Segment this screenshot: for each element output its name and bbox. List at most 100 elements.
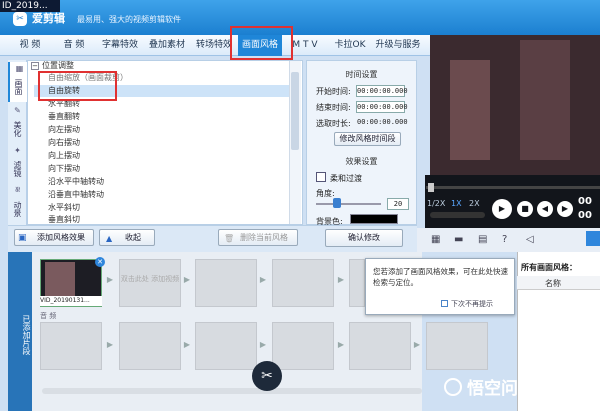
help-icon[interactable]: ? [502, 234, 507, 245]
share-icon[interactable]: ◁ [526, 234, 534, 245]
angle-label: 角度: [316, 189, 335, 198]
wand-icon: ✦ [13, 146, 22, 155]
speed-double[interactable]: 2X [469, 199, 480, 208]
video-frame-detail [450, 60, 490, 160]
tab-transition-effects[interactable]: 转场特效 [193, 35, 235, 56]
arrow-icon: ▶ [106, 275, 114, 284]
audio-track-label: 音 频 [40, 312, 57, 320]
tree-item[interactable]: 垂直斜切 [48, 214, 80, 224]
scissors-icon[interactable]: ✂ [252, 361, 282, 391]
prev-frame-button[interactable]: ◀ [537, 201, 553, 217]
tree-item[interactable]: 向右摆动 [48, 137, 80, 149]
add-film-icon: ▣ [18, 233, 27, 243]
tree-item[interactable]: 垂直翻转 [48, 111, 80, 123]
audio-slot[interactable] [40, 322, 102, 370]
folder-icon[interactable]: ▬ [454, 234, 463, 245]
soft-transition-label: 柔和过渡 [330, 174, 362, 183]
audio-slot[interactable] [272, 322, 334, 370]
confirm-button[interactable]: 确认修改 [325, 229, 403, 247]
added-clips-label: 已添加片段 [8, 252, 32, 411]
side-tab-dynamic[interactable]: ≋ 动景 [8, 184, 27, 224]
speed-slider[interactable] [430, 212, 485, 218]
time-readout-top: 00 [578, 196, 592, 207]
watermark-logo-icon [444, 378, 462, 396]
add-effect-button[interactable]: ▣ 添加风格效果 [14, 229, 94, 246]
angle-value-field[interactable]: 20 [387, 198, 409, 210]
arrow-icon: ▶ [106, 340, 114, 349]
arrow-icon: ▶ [413, 340, 421, 349]
tree-scroll-thumb[interactable] [291, 72, 299, 150]
film-icon[interactable]: ▦ [431, 234, 440, 245]
arrow-icon: ▶ [337, 340, 345, 349]
tab-karaoke[interactable]: 卡拉OK [331, 35, 369, 56]
image-icon: ▦ [15, 64, 24, 73]
next-frame-button[interactable]: ▶ [557, 201, 573, 217]
styles-pane-heading: 所有画面风格： [521, 263, 577, 272]
tree-item-selected[interactable]: 自由旋转 [34, 85, 289, 97]
side-tab-beautify[interactable]: ✎ 美化 [8, 104, 27, 144]
angle-slider-thumb[interactable] [333, 198, 342, 208]
tree-item[interactable]: 向下摆动 [48, 163, 80, 175]
arrow-icon: ▶ [259, 275, 267, 284]
side-tab-label: 美化 [13, 120, 22, 137]
modify-time-button[interactable]: 修改风格时间段 [334, 132, 401, 146]
previous-window-title: ID_2019... [0, 0, 60, 12]
side-tab-label: 滤镜 [13, 160, 22, 177]
side-tab-label: 画面 [14, 78, 23, 95]
brush-icon: ✎ [13, 106, 22, 115]
tree-item[interactable]: 向上摆动 [48, 150, 80, 162]
tree-item[interactable]: 沿垂直中轴转动 [48, 189, 104, 201]
side-tab-filter[interactable]: ✦ 滤镜 [8, 144, 27, 184]
add-video-slot[interactable]: 双击此处 添加视频 [119, 259, 181, 307]
arrow-icon: ▶ [183, 340, 191, 349]
tab-overlay-material[interactable]: 叠加素材 [146, 35, 188, 56]
tree-item[interactable]: 自由缩放（画面裁剪） [48, 72, 128, 84]
column-name: 名称 [545, 279, 561, 288]
collapse-toggle-icon[interactable]: − [31, 62, 39, 70]
save-icon[interactable]: ▤ [478, 234, 487, 245]
close-icon[interactable]: ✕ [95, 257, 105, 267]
audio-slot[interactable] [349, 322, 411, 370]
side-tab-label: 动景 [13, 200, 22, 217]
tree-item[interactable]: 水平翻转 [48, 98, 80, 110]
tree-item[interactable]: 向左摆动 [48, 124, 80, 136]
empty-slot[interactable] [195, 259, 257, 307]
tab-subtitle-effects[interactable]: 字幕特效 [99, 35, 141, 56]
timeline-scrollbar[interactable] [42, 388, 422, 394]
playback-progress-thumb[interactable] [428, 183, 434, 192]
side-tab-picture[interactable]: ▦ 画面 [8, 62, 27, 102]
effect-settings-heading: 效果设置 [345, 157, 378, 166]
collapse-button[interactable]: ▲ 收起 [99, 229, 155, 246]
audio-slot[interactable] [426, 322, 488, 370]
fill-color-swatch[interactable] [350, 214, 398, 224]
stop-button[interactable]: ■ [517, 201, 533, 217]
tree-item[interactable]: 水平斜切 [48, 202, 80, 214]
tree-category[interactable]: 位置调整 [42, 60, 74, 72]
player-toolbar [417, 228, 600, 252]
tab-video[interactable]: 视 频 [12, 35, 48, 56]
audio-slot[interactable] [195, 322, 257, 370]
angle-slider-track[interactable] [316, 203, 381, 205]
end-time-field[interactable]: 00:00:00.000 [356, 101, 408, 113]
tree-item[interactable]: 沿水平中轴转动 [48, 176, 104, 188]
tab-mtv[interactable]: M T V [287, 35, 323, 56]
end-time-label: 结束时间: [316, 103, 351, 112]
tab-picture-style[interactable]: 画面风格 [238, 35, 282, 56]
speed-half[interactable]: 1/2X [427, 199, 445, 208]
fill-color-label: 背景色: [316, 217, 343, 225]
collapse-arrow-icon: ▲ [106, 234, 113, 243]
tab-audio[interactable]: 音 频 [57, 35, 91, 56]
play-button[interactable]: ▶ [492, 199, 512, 219]
start-time-field[interactable]: 00:00:00.000 [356, 85, 408, 97]
empty-slot[interactable] [349, 259, 365, 307]
delete-effect-button[interactable]: 🗑 删除当前风格 [218, 229, 298, 246]
dont-show-checkbox[interactable] [441, 300, 448, 307]
audio-slot[interactable] [119, 322, 181, 370]
playback-progress-track[interactable] [426, 186, 600, 189]
speed-normal[interactable]: 1X [451, 199, 462, 208]
empty-slot[interactable] [272, 259, 334, 307]
tab-upgrade-service[interactable]: 升级与服务 [373, 35, 423, 56]
duration-value: 00:00:00.000 [357, 118, 408, 126]
soft-transition-checkbox[interactable] [316, 172, 326, 182]
panel-toggle-icon[interactable] [586, 231, 600, 246]
